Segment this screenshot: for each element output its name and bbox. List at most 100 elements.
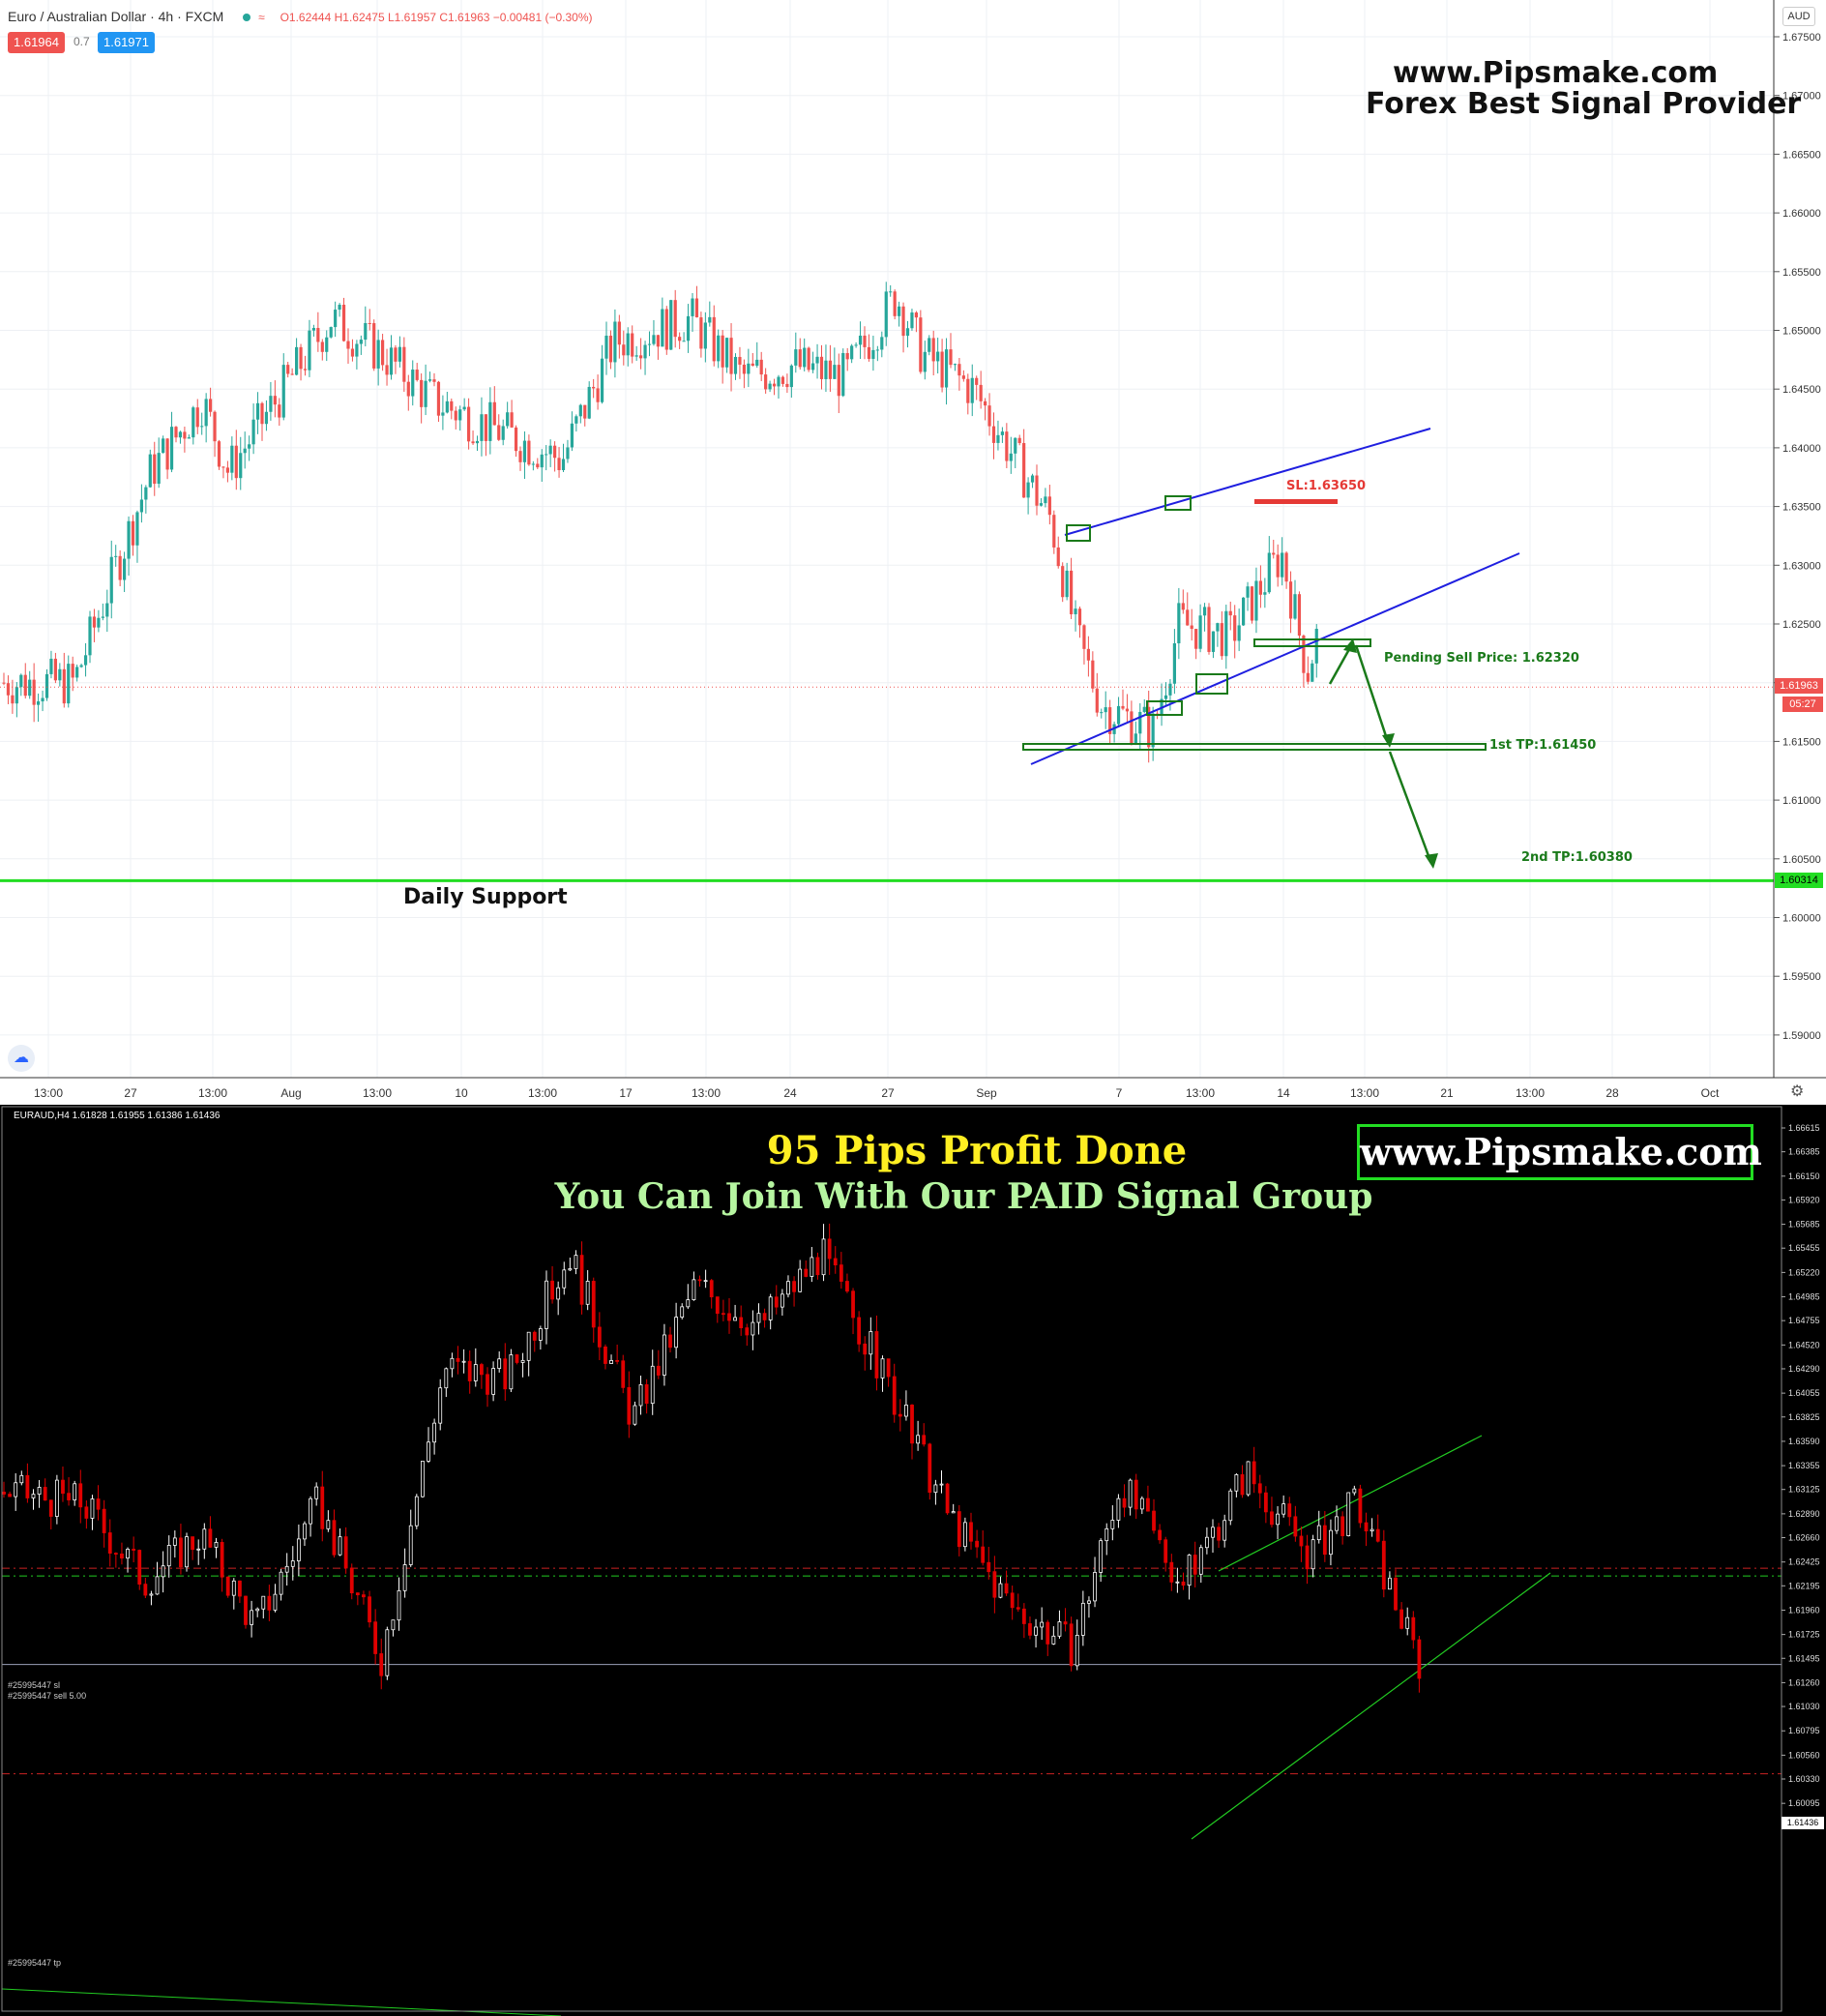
candle-body — [656, 1365, 661, 1376]
candle-body — [1047, 496, 1051, 516]
candle-body — [389, 347, 394, 375]
candle-body — [28, 679, 32, 697]
symbol-title[interactable]: Euro / Australian Dollar · 4h · FXCM — [8, 9, 223, 24]
candle-body — [568, 1268, 573, 1271]
candle-body — [532, 1331, 537, 1341]
candle-body — [450, 400, 454, 411]
x-tick-label: 17 — [619, 1086, 633, 1100]
y-tick-label: 1.61030 — [1788, 1702, 1820, 1711]
candle-body — [1095, 688, 1099, 713]
candle-body — [1075, 1635, 1079, 1667]
candle-body — [1034, 1626, 1038, 1636]
candle-body — [135, 512, 139, 546]
candle-body — [991, 426, 996, 443]
tradingview-logo-icon[interactable]: ☁ — [8, 1045, 35, 1072]
y-tick-label: 1.61260 — [1788, 1677, 1820, 1687]
candle-body — [398, 346, 401, 362]
candle-body — [936, 351, 940, 362]
x-tick-label: 7 — [1116, 1086, 1123, 1100]
candle-body — [626, 333, 630, 356]
candle-body — [957, 364, 961, 376]
y-tick-label: 1.62890 — [1788, 1509, 1820, 1519]
settings-gear-icon[interactable]: ⚙ — [1790, 1082, 1804, 1101]
candle-body — [833, 365, 837, 379]
candle-body — [49, 658, 53, 674]
candle-body — [892, 1376, 897, 1415]
candle-body — [71, 664, 74, 678]
y-tick-label: 1.64985 — [1788, 1292, 1820, 1302]
bid-badge[interactable]: 1.61964 — [8, 32, 65, 53]
candle-body — [574, 416, 578, 424]
candle-body — [475, 440, 480, 444]
candle-body — [627, 1386, 632, 1425]
candle-body — [1202, 607, 1207, 616]
candle-body — [545, 454, 548, 456]
y-tick-label: 1.61000 — [1782, 795, 1821, 807]
candle-body — [264, 411, 269, 425]
y-tick-label: 1.60500 — [1782, 854, 1821, 866]
candle-body — [1172, 643, 1176, 684]
candle-body — [406, 381, 410, 397]
candle-body — [656, 335, 660, 347]
candle-body — [570, 423, 574, 448]
candle-body — [553, 445, 557, 459]
candle-body — [1263, 592, 1267, 595]
candle-body — [450, 1357, 455, 1370]
candle-body — [869, 1331, 873, 1355]
candle-body — [931, 338, 935, 362]
candle-body — [8, 1494, 12, 1497]
candle-body — [213, 411, 217, 442]
candle-body — [1091, 660, 1095, 689]
candle-body — [1311, 1539, 1315, 1570]
candle-body — [845, 1281, 849, 1292]
candle-body — [520, 1359, 525, 1363]
candle-body — [169, 427, 174, 470]
candle-body — [54, 1479, 59, 1517]
candle-body — [759, 359, 763, 375]
candle-body — [634, 355, 638, 357]
candle-body — [747, 363, 751, 374]
candle-body — [309, 1497, 312, 1525]
site-box[interactable]: www.Pipsmake.com — [1357, 1124, 1762, 1180]
candle-body — [118, 555, 122, 580]
candle-body — [107, 1532, 112, 1554]
currency-badge[interactable]: AUD — [1782, 7, 1815, 26]
candle-body — [901, 306, 905, 337]
candle-body — [733, 1317, 737, 1321]
candle-body — [286, 365, 290, 374]
candle-body — [153, 454, 157, 485]
candle-body — [385, 1629, 390, 1676]
candle-body — [421, 1461, 425, 1497]
candle-body — [320, 341, 324, 352]
candle-body — [579, 1255, 584, 1305]
candle-body — [828, 360, 832, 379]
ask-badge[interactable]: 1.61971 — [98, 32, 155, 53]
y-tick-label: 1.60000 — [1782, 913, 1821, 925]
x-tick-label: Sep — [976, 1086, 997, 1100]
candle-body — [1158, 1529, 1163, 1541]
candle-body — [755, 359, 759, 367]
candle-body — [621, 1360, 626, 1388]
candle-body — [1381, 1540, 1386, 1590]
candle-body — [1016, 1607, 1020, 1610]
y-tick-label: 1.64520 — [1788, 1340, 1820, 1349]
candle-body — [597, 1326, 602, 1348]
candle-body — [497, 425, 501, 440]
candle-body — [556, 1287, 561, 1300]
candle-body — [807, 347, 810, 371]
candle-body — [527, 440, 531, 465]
candle-body — [591, 1281, 596, 1328]
candle-body — [299, 346, 303, 370]
candle-body — [506, 412, 510, 427]
candle-body — [32, 679, 36, 705]
candle-body — [668, 1334, 672, 1349]
candle-body — [127, 520, 131, 559]
candle-body — [408, 1525, 413, 1565]
candle-body — [691, 298, 694, 316]
candle-body — [608, 336, 613, 363]
candle-body — [880, 337, 884, 350]
candle-body — [850, 345, 854, 360]
candle-body — [1311, 663, 1314, 682]
candle-body — [1305, 1545, 1310, 1570]
candle-body — [821, 1238, 826, 1276]
